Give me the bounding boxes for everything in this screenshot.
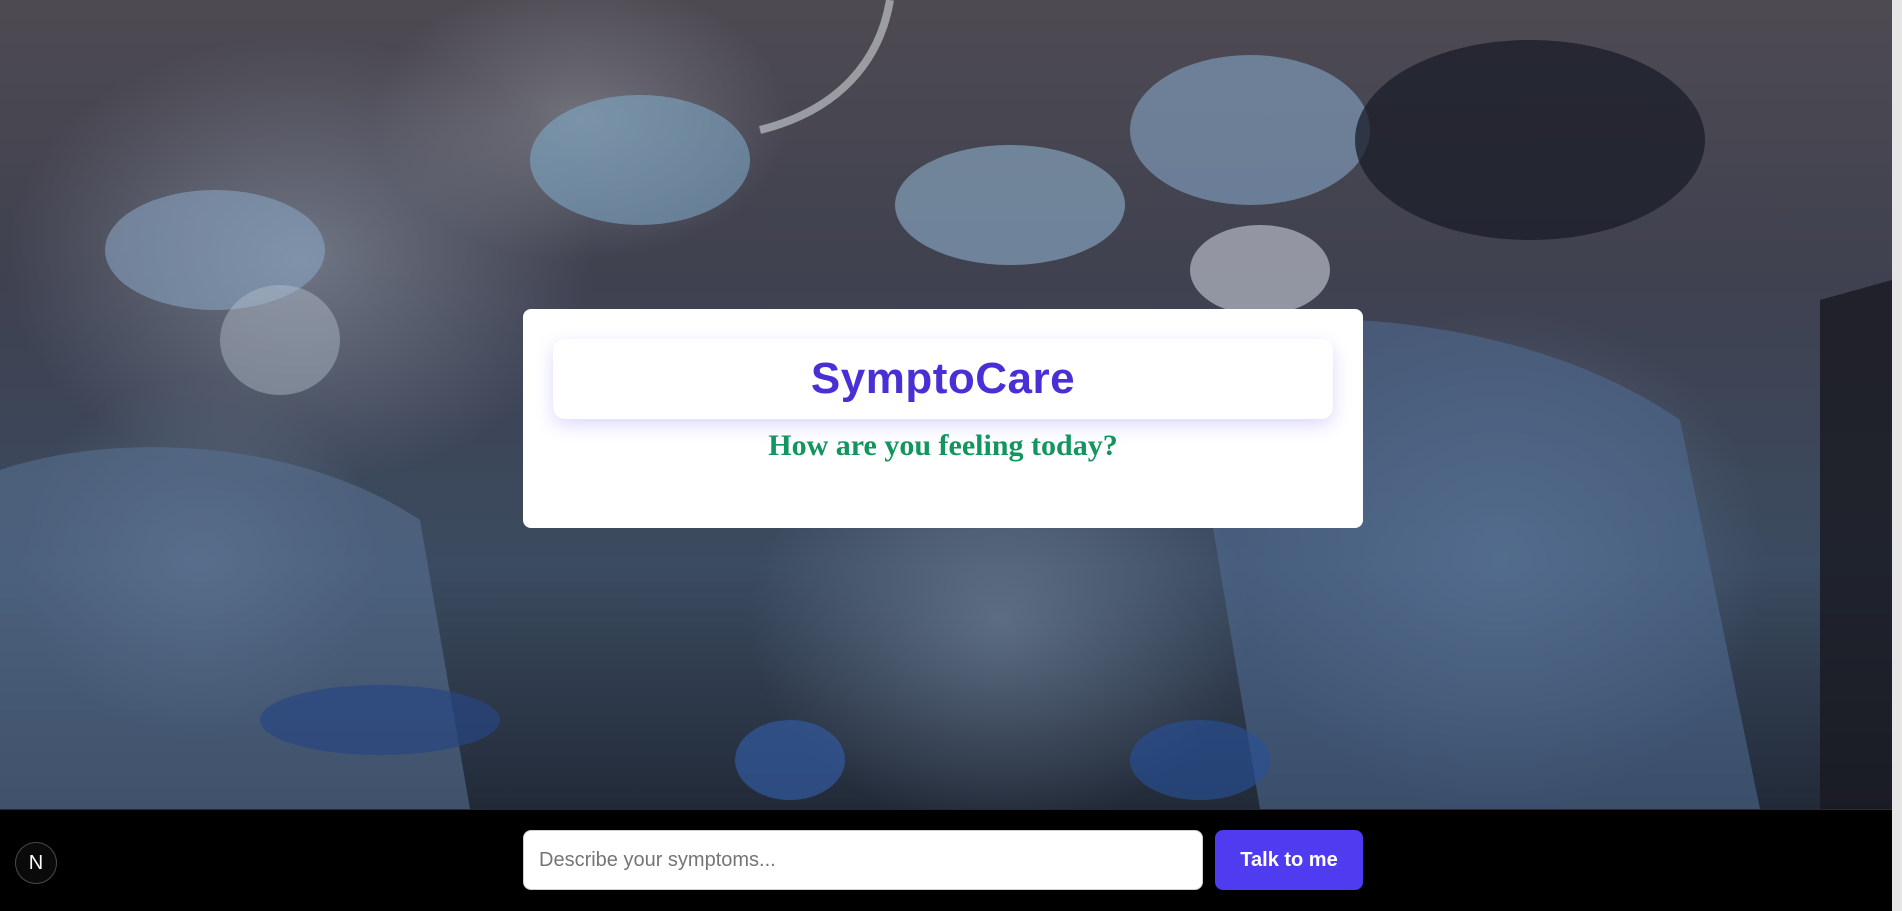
symptom-input[interactable] [523,830,1203,890]
app-root: SymptoCare How are you feeling today? Ta… [0,0,1902,911]
page-scroll-edge [1892,0,1902,911]
welcome-card: SymptoCare How are you feeling today? [523,309,1363,528]
chat-composer-bar: Talk to me [0,809,1892,911]
next-logo-glyph: N [28,851,44,874]
talk-to-me-button[interactable]: Talk to me [1215,830,1363,890]
title-box: SymptoCare [553,339,1333,419]
next-logo-icon[interactable]: N [15,842,57,884]
app-title: SymptoCare [810,354,1076,403]
greeting-subtitle: How are you feeling today? [768,429,1118,462]
